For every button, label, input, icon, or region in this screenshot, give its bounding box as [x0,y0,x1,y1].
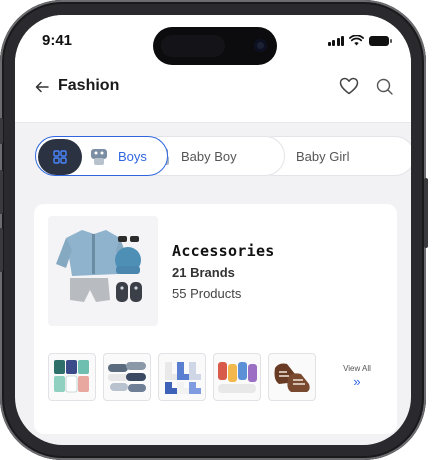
product-thumbnail[interactable] [48,353,96,401]
grid-view-button[interactable] [38,139,82,175]
search-icon[interactable] [375,77,395,102]
camera-icon [254,39,267,52]
battery-icon [369,36,392,46]
page-title: Fashion [58,77,120,94]
volume-down-button [0,228,3,272]
phone-frame: 9:41 Fashion Baby Girl Baby Boy Boys Acc… [0,0,432,460]
status-time: 9:41 [42,32,73,49]
product-thumbnails [48,353,316,401]
chevron-double-right-icon: » [353,374,361,389]
product-thumbnail[interactable] [268,353,316,401]
view-all-link[interactable]: View All » [340,364,374,389]
volume-up-button [0,170,3,214]
boys-thumbnail [91,149,107,165]
signal-icon [327,36,344,46]
products-count: 55 Products [172,286,242,301]
product-thumbnail[interactable] [158,353,206,401]
wifi-icon [349,35,364,46]
power-button [424,178,428,248]
product-thumbnail[interactable] [213,353,261,401]
product-thumbnail[interactable] [103,353,151,401]
chip-boys[interactable]: Boys [35,136,168,176]
accessories-image [48,216,158,326]
brands-count: 21 Brands [172,265,235,280]
chip-label: Boys [118,148,147,164]
app-header: Fashion [15,65,411,123]
card-title: Accessories [172,242,275,260]
back-arrow-icon[interactable] [35,79,49,99]
side-button [0,118,3,144]
chip-label: Baby Girl [296,148,350,164]
status-bar: 9:41 [15,15,411,65]
category-chip-row: Baby Girl Baby Boy Boys [35,136,411,176]
chip-label: Baby Boy [181,148,237,164]
status-icons [327,35,392,46]
app-screen: 9:41 Fashion Baby Girl Baby Boy Boys Acc… [15,15,411,445]
grid-icon [53,150,67,164]
category-card[interactable]: Accessories 21 Brands 55 Products View A… [34,204,397,434]
dynamic-island [153,27,277,65]
heart-icon[interactable] [338,75,360,102]
view-all-label: View All [343,364,371,373]
